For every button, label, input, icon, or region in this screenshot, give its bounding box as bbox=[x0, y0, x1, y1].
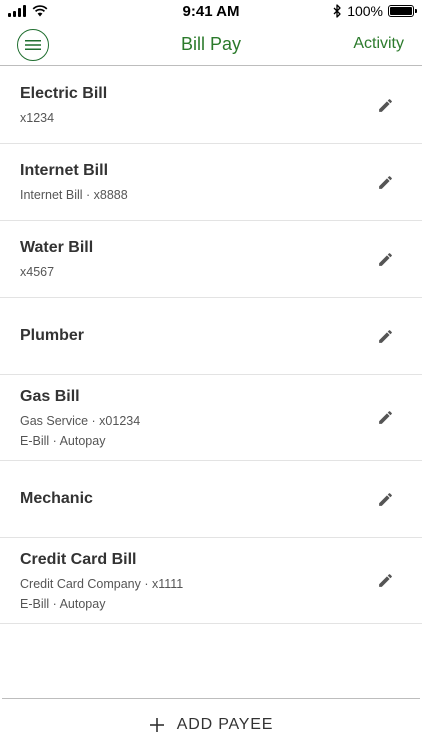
pencil-icon bbox=[378, 411, 392, 424]
pencil-icon bbox=[378, 574, 392, 587]
menu-icon bbox=[25, 40, 41, 50]
pencil-icon bbox=[378, 492, 392, 506]
pencil-icon bbox=[378, 98, 392, 112]
edit-payee-button[interactable] bbox=[374, 488, 396, 510]
activity-link[interactable]: Activity bbox=[353, 35, 404, 53]
edit-payee-button[interactable] bbox=[374, 248, 396, 270]
payee-detail: Internet Bill · x8888 bbox=[20, 188, 128, 202]
payee-detail: Credit Card Company · x1111 bbox=[20, 576, 184, 591]
payee-name: Credit Card Bill bbox=[20, 550, 137, 568]
plus-icon bbox=[149, 717, 165, 733]
add-payee-button[interactable]: ADD PAYEE bbox=[2, 698, 420, 750]
payee-name: Internet Bill bbox=[20, 162, 109, 179]
pencil-icon bbox=[378, 329, 392, 343]
edit-payee-button[interactable] bbox=[374, 94, 396, 116]
payee-name: Mechanic bbox=[20, 490, 93, 507]
battery-fill bbox=[390, 7, 412, 15]
payee-row-electric-bill[interactable]: Electric Bill x1234 bbox=[0, 67, 422, 144]
payee-name: Plumber bbox=[20, 327, 85, 344]
add-payee-label: ADD PAYEE bbox=[176, 715, 274, 733]
payee-row-plumber[interactable]: Plumber bbox=[0, 298, 422, 375]
payee-row-mechanic[interactable]: Mechanic bbox=[0, 461, 422, 538]
edit-payee-button[interactable] bbox=[374, 325, 396, 347]
battery-tip bbox=[415, 9, 417, 13]
menu-button[interactable] bbox=[17, 29, 49, 61]
nav-bar: Bill Pay Activity bbox=[0, 24, 422, 66]
payee-detail: E-Bill · Autopay bbox=[20, 433, 106, 448]
battery-percent: 100% bbox=[347, 3, 383, 19]
status-right: 100% bbox=[333, 3, 417, 19]
payee-name: Water Bill bbox=[20, 239, 94, 256]
payee-row-credit-card-bill[interactable]: Credit Card Bill Credit Card Company · x… bbox=[0, 538, 422, 624]
edit-payee-button[interactable] bbox=[374, 570, 396, 592]
edit-payee-button[interactable] bbox=[374, 407, 396, 429]
payee-list: Electric Bill x1234 Internet Bill Intern… bbox=[0, 67, 422, 624]
payee-row-gas-bill[interactable]: Gas Bill Gas Service · x01234 E-Bill · A… bbox=[0, 375, 422, 461]
payee-name: Electric Bill bbox=[20, 85, 108, 102]
payee-detail: Gas Service · x01234 bbox=[20, 413, 141, 428]
payee-detail: x1234 bbox=[20, 111, 55, 125]
payee-row-water-bill[interactable]: Water Bill x4567 bbox=[0, 221, 422, 298]
pencil-icon bbox=[378, 175, 392, 189]
status-bar: 9:41 AM 100% bbox=[0, 0, 422, 24]
bluetooth-icon bbox=[333, 4, 341, 18]
payee-name: Gas Bill bbox=[20, 387, 80, 405]
pencil-icon bbox=[378, 252, 392, 266]
payee-detail: x4567 bbox=[20, 265, 55, 279]
edit-payee-button[interactable] bbox=[374, 171, 396, 193]
payee-row-internet-bill[interactable]: Internet Bill Internet Bill · x8888 bbox=[0, 144, 422, 221]
payee-detail: E-Bill · Autopay bbox=[20, 596, 106, 611]
battery-icon bbox=[388, 5, 417, 17]
